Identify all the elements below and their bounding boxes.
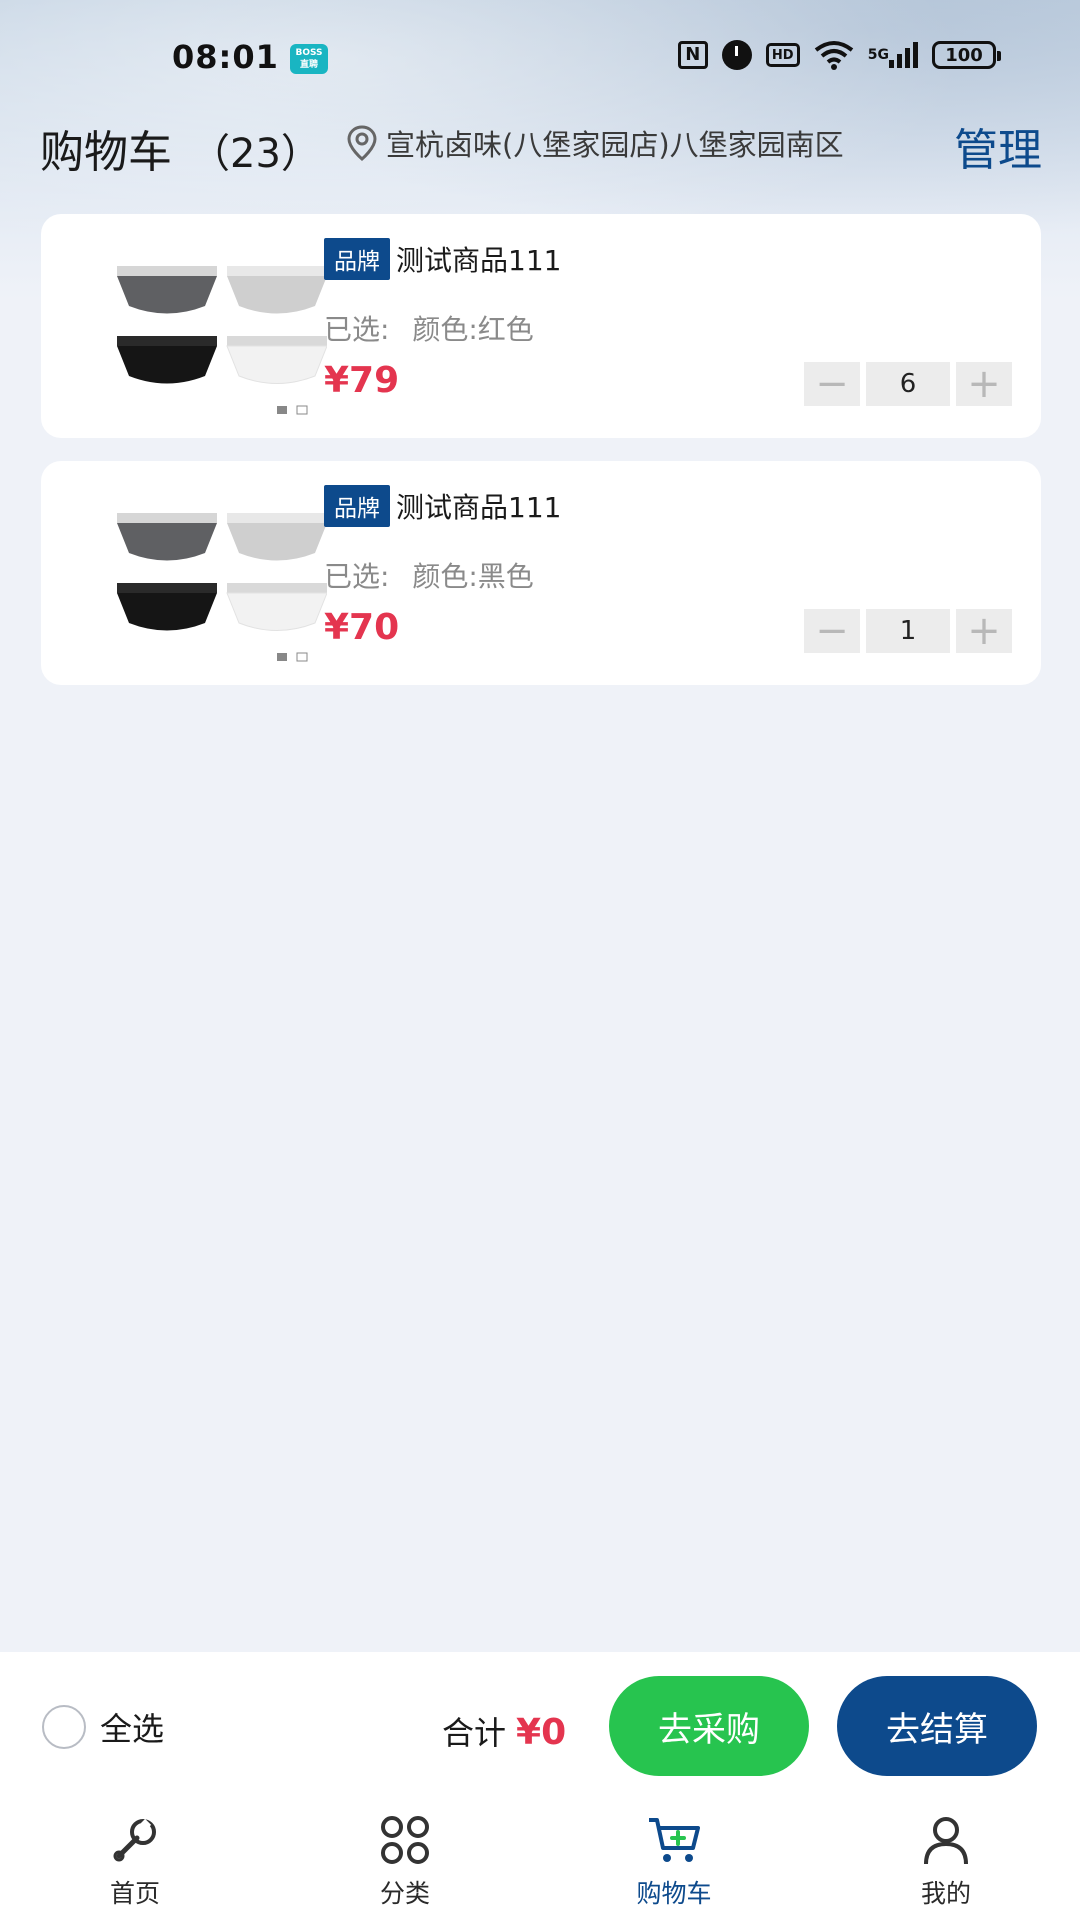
nfc-icon: N [677, 41, 708, 69]
boss-app-badge-icon: BOSS 直聘 [290, 44, 328, 74]
network-type: 5G [867, 47, 889, 63]
quantity-input[interactable]: 1 [866, 609, 950, 653]
selected-variant[interactable]: 已选: 颜色:红色 [324, 308, 561, 348]
variant-value: 颜色:红色 [412, 313, 534, 346]
minus-icon: − [815, 361, 849, 407]
wifi-icon [814, 40, 854, 70]
product-price: ¥79 [324, 360, 400, 401]
cart-item[interactable]: 品牌 测试商品111 已选: 颜色:黑色 ¥70 − 1 + [41, 461, 1041, 685]
increase-quantity-button[interactable]: + [956, 609, 1012, 653]
tab-label: 我的 [920, 1879, 971, 1908]
brand-tag: 品牌 [324, 238, 390, 280]
product-info[interactable]: 品牌 测试商品111 已选: 颜色:红色 [324, 238, 561, 348]
hd-icon: HD [765, 43, 800, 67]
wrench-icon [113, 1818, 156, 1862]
plus-icon: + [967, 608, 1001, 654]
quantity-stepper: − 1 + [804, 609, 1012, 653]
total-label: 合计 [442, 1714, 507, 1752]
product-name: 测试商品111 [396, 491, 562, 524]
select-all-checkbox[interactable] [42, 1705, 86, 1749]
tab-home[interactable]: 首页 [55, 1812, 215, 1910]
category-grid-icon [381, 1816, 429, 1864]
plus-icon: + [967, 361, 1001, 407]
page-title-text: 购物车 [40, 127, 172, 178]
quantity-stepper: − 6 + [804, 362, 1012, 406]
total-price: 合计 ¥0 [442, 1708, 566, 1754]
product-name: 测试商品111 [396, 244, 562, 277]
increase-quantity-button[interactable]: + [956, 362, 1012, 406]
tab-label: 购物车 [636, 1879, 712, 1908]
tab-label: 首页 [109, 1879, 160, 1908]
variant-label: 已选: [324, 313, 390, 346]
bottom-tab-bar: 首页 分类 购物车 我的 [0, 1798, 1080, 1920]
tab-label: 分类 [379, 1879, 430, 1908]
location-pin-icon [347, 125, 377, 161]
checkout-button[interactable]: 去结算 [837, 1676, 1037, 1776]
store-location-text: 宣杭卤味(八堡家园店)八堡家园南区 [386, 128, 844, 162]
brand-tag: 品牌 [324, 485, 390, 527]
store-location[interactable]: 宣杭卤味(八堡家园店)八堡家园南区 [346, 122, 916, 164]
status-bar: 08:01 BOSS 直聘 N HD 5G 100 [0, 0, 1080, 112]
battery-icon: 100 [932, 41, 1001, 69]
variant-value: 颜色:黑色 [412, 560, 534, 593]
select-all-label: 全选 [100, 1710, 165, 1748]
status-icons: N HD 5G 100 [677, 40, 1001, 70]
tab-category[interactable]: 分类 [325, 1812, 485, 1910]
go-purchase-button[interactable]: 去采购 [609, 1676, 809, 1776]
page-title: 购物车 （23） [40, 116, 321, 180]
total-amount: ¥0 [516, 1712, 567, 1753]
cart-count: （23） [190, 131, 321, 177]
alarm-icon [721, 40, 752, 70]
manage-button[interactable]: 管理 [954, 114, 1042, 178]
status-time: 08:01 [172, 38, 279, 76]
product-price: ¥70 [324, 607, 400, 648]
cart-icon [649, 1818, 700, 1862]
cart-item[interactable]: 品牌 测试商品111 已选: 颜色:红色 ¥79 − 6 + [41, 214, 1041, 438]
decrease-quantity-button[interactable]: − [804, 362, 860, 406]
minus-icon: − [815, 608, 849, 654]
tab-cart[interactable]: 购物车 [594, 1812, 754, 1910]
cellular-signal-icon: 5G [868, 42, 918, 68]
product-image[interactable] [77, 226, 328, 426]
product-info[interactable]: 品牌 测试商品111 已选: 颜色:黑色 [324, 485, 561, 595]
tab-me[interactable]: 我的 [866, 1812, 1026, 1910]
product-image[interactable] [77, 473, 328, 673]
page-header: 购物车 （23） 宣杭卤味(八堡家园店)八堡家园南区 管理 [0, 112, 1080, 202]
variant-label: 已选: [324, 560, 390, 593]
selected-variant[interactable]: 已选: 颜色:黑色 [324, 555, 561, 595]
select-all-toggle[interactable]: 全选 [42, 1704, 164, 1750]
checkout-bar: 全选 合计 ¥0 去采购 去结算 [0, 1652, 1080, 1798]
user-icon [924, 1817, 968, 1865]
quantity-input[interactable]: 6 [866, 362, 950, 406]
decrease-quantity-button[interactable]: − [804, 609, 860, 653]
